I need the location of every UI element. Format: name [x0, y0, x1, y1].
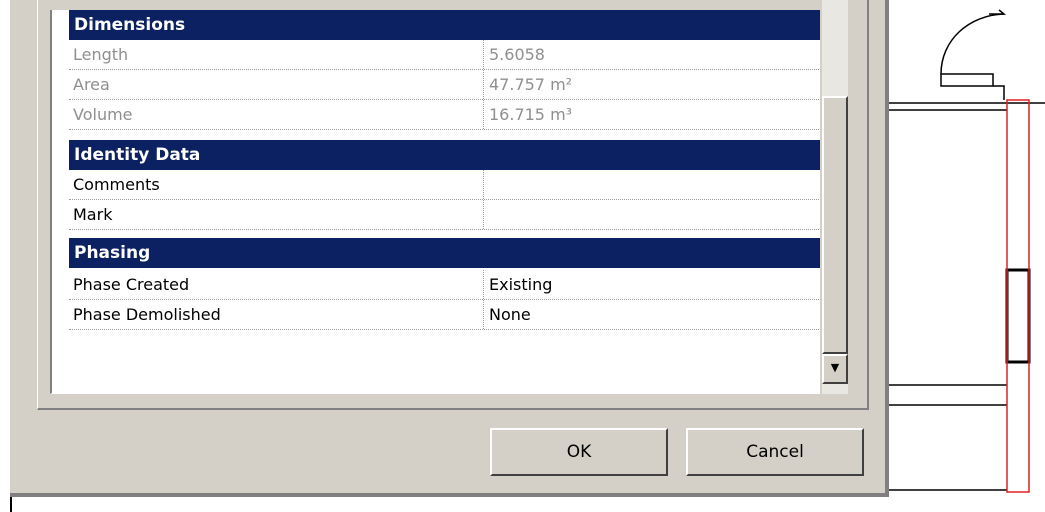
column-divider [483, 170, 484, 199]
param-value: 16.715 m³ [489, 105, 573, 124]
param-label: Phase Created [73, 275, 190, 294]
section-header-phasing[interactable]: Phasing ≈ [69, 238, 820, 268]
param-label: Phase Demolished [73, 305, 221, 324]
selected-wall-outline [1006, 99, 1030, 493]
drawing-canvas[interactable] [889, 0, 1045, 512]
door-jamb [993, 85, 1005, 100]
param-value: 47.757 m² [489, 75, 573, 94]
section-title: Identity Data [74, 145, 201, 165]
section-header-identity-data[interactable]: Identity Data ≈ [69, 140, 820, 170]
param-label: Volume [73, 105, 133, 124]
param-label: Area [73, 75, 110, 94]
column-divider [483, 200, 484, 229]
column-divider [483, 70, 484, 99]
param-value: 5.6058 [489, 45, 545, 64]
door-swing-arc [940, 13, 1005, 75]
column-divider [483, 40, 484, 69]
cancel-button[interactable]: Cancel [686, 428, 864, 476]
dialog-shadow [10, 493, 889, 497]
param-row-area: Area 47.757 m² [69, 70, 820, 100]
param-row-length: Length 5.6058 [69, 40, 820, 70]
window-frame [1005, 268, 1031, 364]
param-row-phase-created[interactable]: Phase Created Existing [69, 270, 820, 300]
param-row-phase-demolished[interactable]: Phase Demolished None [69, 300, 820, 330]
section-title: Phasing [74, 243, 151, 263]
element-properties-dialog: Dimensions ≈ Length 5.6058 Area 47.757 m… [10, 0, 885, 493]
param-value-select[interactable]: None [489, 300, 531, 329]
instance-parameters-grid: Dimensions ≈ Length 5.6058 Area 47.757 m… [50, 10, 820, 394]
param-row-volume: Volume 16.715 m³ [69, 100, 820, 130]
column-divider [483, 100, 484, 129]
scroll-down-button[interactable]: ▼ [822, 354, 848, 384]
param-label: Length [73, 45, 129, 64]
scrollbar-thumb[interactable] [822, 96, 848, 354]
section-title: Dimensions [74, 15, 186, 35]
section-header-dimensions[interactable]: Dimensions ≈ [69, 10, 820, 40]
param-label: Comments [73, 175, 160, 194]
canvas-edge-line [10, 497, 12, 512]
column-divider [483, 300, 484, 329]
param-row-mark[interactable]: Mark [69, 200, 820, 230]
ok-button[interactable]: OK [490, 428, 668, 476]
param-row-comments[interactable]: Comments [69, 170, 820, 200]
column-divider [483, 270, 484, 299]
param-value-select[interactable]: Existing [489, 270, 552, 299]
door-swing-arrow [989, 9, 1007, 15]
param-label: Mark [73, 205, 113, 224]
door-panel [940, 73, 994, 87]
triangle-down-icon: ▼ [830, 361, 840, 374]
